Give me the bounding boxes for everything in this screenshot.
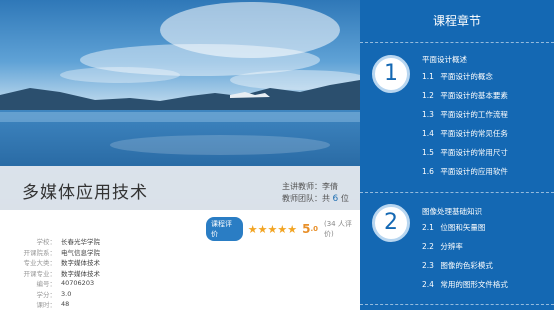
item-number: 2.2 — [422, 242, 434, 251]
meta-row: 编号： 40706203 — [0, 278, 200, 289]
chapter-item[interactable]: 2.2 分辨率 — [422, 241, 463, 252]
score-value: 5 — [302, 222, 311, 236]
team-prefix: 教师团队：共 — [282, 194, 330, 203]
meta-value: 数字媒体技术 — [61, 259, 100, 268]
meta-row: 学分： 3.0 — [0, 289, 200, 300]
chapter-number-badge: 1 — [372, 55, 410, 93]
meta-label: 开课专业： — [23, 269, 57, 278]
item-label: 分辨率 — [440, 242, 463, 251]
meta-row: 学校： 长春光华学院 — [0, 236, 200, 247]
meta-label: 开课院系： — [23, 248, 57, 257]
divider — [360, 304, 554, 305]
item-label: 常用的图形文件格式 — [440, 280, 508, 289]
meta-value: 数字媒体技术 — [61, 269, 100, 278]
review-count: (34 人评价) — [324, 220, 352, 238]
item-label: 平面设计的常见任务 — [440, 129, 508, 138]
chapter-item[interactable]: 2.4 常用的图形文件格式 — [422, 279, 508, 290]
meta-row: 开课专业： 数字媒体技术 — [0, 268, 200, 279]
chapter-panel: 课程章节 1 平面设计概述 1.1 平面设计的概念 1.2 平面设计的基本要素 … — [360, 0, 554, 310]
chapter-item[interactable]: 1.4 平面设计的常见任务 — [422, 128, 508, 139]
item-number: 1.3 — [422, 110, 434, 119]
meta-value: 40706203 — [61, 279, 95, 288]
meta-row: 开课院系： 电气信息学院 — [0, 247, 200, 258]
item-number: 2.1 — [422, 223, 434, 232]
course-info-panel: 多媒体应用技术 主讲教师：李倩 教师团队：共 6 位 课程评价 ★★★★★ 5.… — [0, 0, 360, 310]
chapter-item[interactable]: 1.3 平面设计的工作流程 — [422, 109, 508, 120]
chapter-panel-title: 课程章节 — [432, 14, 481, 28]
item-label: 平面设计的基本要素 — [440, 91, 508, 100]
chapter-item[interactable]: 1.2 平面设计的基本要素 — [422, 90, 508, 101]
course-title: 多媒体应用技术 — [22, 183, 148, 203]
star-rating-icon: ★★★★★ — [247, 222, 298, 236]
meta-value: 长春光华学院 — [61, 238, 100, 247]
team-suffix: 位 — [340, 194, 349, 203]
meta-value: 3.0 — [61, 289, 72, 298]
meta-value: 电气信息学院 — [61, 248, 100, 257]
item-number: 1.6 — [422, 167, 434, 176]
item-number: 1.2 — [422, 91, 434, 100]
item-label: 平面设计的应用软件 — [440, 167, 508, 176]
divider — [360, 42, 554, 43]
item-number: 2.3 — [422, 261, 434, 270]
meta-label: 学校： — [36, 238, 57, 247]
item-label: 平面设计的工作流程 — [440, 110, 508, 119]
chapter-item[interactable]: 1.6 平面设计的应用软件 — [422, 166, 508, 177]
item-label: 图像的色彩模式 — [440, 261, 493, 270]
course-meta-list: 学校： 长春光华学院 开课院系： 电气信息学院 专业大类： 数字媒体技术 开课专业： 数… — [0, 236, 200, 310]
meta-value: 48 — [61, 300, 70, 309]
chapter-item[interactable]: 2.3 图像的色彩模式 — [422, 260, 493, 271]
item-number: 1.1 — [422, 72, 434, 81]
chapter-title[interactable]: 图像处理基础知识 — [422, 206, 482, 217]
meta-row: 课时： 48 — [0, 299, 200, 310]
chapter-number-badge: 2 — [372, 204, 410, 242]
score-decimal: .0 — [310, 225, 318, 233]
chapter-item[interactable]: 1.5 平面设计的常用尺寸 — [422, 147, 508, 158]
teacher-label: 主讲教师：李倩 — [282, 182, 338, 191]
item-label: 位图和矢量图 — [440, 223, 486, 232]
meta-row: 专业大类： 数字媒体技术 — [0, 257, 200, 268]
meta-label: 学分： — [36, 290, 57, 299]
rate-course-button[interactable]: 课程评价 — [206, 217, 243, 241]
meta-label: 编号： — [36, 280, 57, 289]
chapter-title[interactable]: 平面设计概述 — [422, 54, 467, 65]
divider — [360, 192, 554, 193]
meta-label: 专业大类： — [23, 259, 57, 268]
item-number: 1.4 — [422, 129, 434, 138]
team-count: 6 — [332, 194, 339, 204]
rating-row: 课程评价 ★★★★★ 5.0 (34 人评价) — [206, 217, 360, 241]
chapter-item[interactable]: 2.1 位图和矢量图 — [422, 222, 485, 233]
item-label: 平面设计的常用尺寸 — [440, 148, 508, 157]
chapter-item[interactable]: 1.1 平面设计的概念 — [422, 71, 493, 82]
meta-label: 课时： — [36, 301, 57, 310]
item-number: 2.4 — [422, 280, 434, 289]
item-number: 1.5 — [422, 148, 434, 157]
item-label: 平面设计的概念 — [440, 72, 493, 81]
team-label: 教师团队：共 6 位 — [282, 193, 349, 204]
